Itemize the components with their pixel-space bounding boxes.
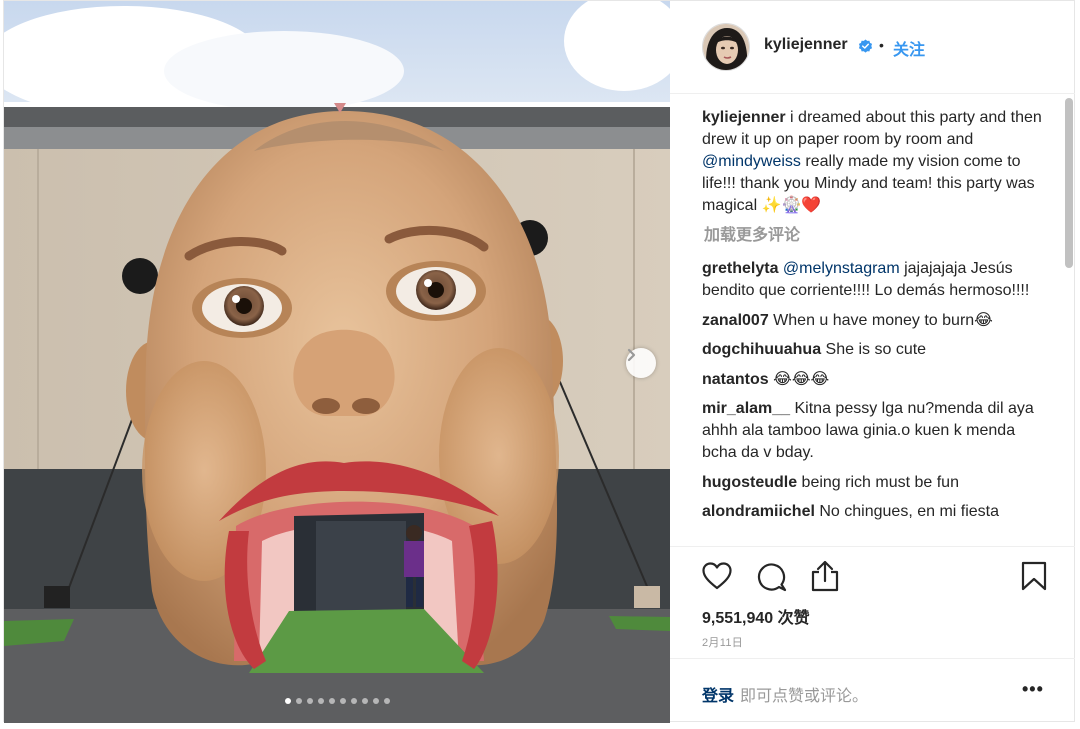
instagram-post: kyliejenner • 关注 kyliejenner i dreamed a…: [3, 0, 1075, 723]
comments-scrollbar[interactable]: [1065, 98, 1073, 268]
carousel-dot: [372, 698, 379, 704]
comment-username[interactable]: hugosteudle: [702, 474, 797, 491]
mention-link[interactable]: @mindyweiss: [702, 153, 801, 170]
comment-username[interactable]: natantos: [702, 371, 769, 388]
bookmark-icon[interactable]: [1021, 561, 1047, 591]
carousel-dot: [328, 698, 335, 704]
carousel-dot: [383, 698, 390, 704]
action-bar: 9,551,940 次赞 2月11日: [670, 546, 1075, 659]
carousel-dot: [350, 698, 357, 704]
carousel-dot: [317, 698, 324, 704]
heart-icon[interactable]: [702, 562, 732, 590]
login-link[interactable]: 登录: [702, 682, 734, 706]
like-count[interactable]: 9,551,940 次赞: [702, 604, 810, 628]
add-comment-section: 登录 即可点赞或评论。 •••: [670, 658, 1075, 724]
comment-username[interactable]: alondramiichel: [702, 503, 815, 520]
profile-photo-icon: [703, 24, 749, 70]
comment-icon[interactable]: [757, 562, 787, 592]
list-item: alondramiichel No chingues, en mi fiesta: [702, 501, 1054, 523]
list-item: grethelyta @melynstagram jajajajaja Jesú…: [702, 258, 1054, 302]
list-item: zanal007 When u have money to burn😂: [702, 310, 1054, 332]
more-options-icon[interactable]: •••: [1022, 679, 1044, 700]
author-username[interactable]: kyliejenner: [764, 36, 848, 54]
list-item: natantos 😂😂😂: [702, 369, 1054, 391]
comment-username[interactable]: mir_alam__: [702, 400, 790, 417]
chevron-right-icon: [627, 348, 636, 362]
post-side-panel: kyliejenner • 关注 kyliejenner i dreamed a…: [670, 1, 1075, 723]
comments-list: kyliejenner i dreamed about this party a…: [702, 107, 1054, 545]
caption: kyliejenner i dreamed about this party a…: [702, 107, 1054, 217]
carousel-dot: [295, 698, 302, 704]
comment-text: being rich must be fun: [797, 473, 959, 491]
load-more-comments-button[interactable]: 加载更多评论: [704, 225, 1054, 247]
carousel-dot: [339, 698, 346, 704]
comment-username[interactable]: dogchihuuahua: [702, 341, 821, 358]
post-date[interactable]: 2月11日: [702, 634, 743, 650]
follow-button[interactable]: 关注: [893, 36, 925, 60]
verified-badge-icon: [858, 39, 873, 53]
carousel-indicator: [4, 698, 670, 704]
list-item: hugosteudle being rich must be fun: [702, 472, 1054, 494]
comment-text: When u have money to burn😂: [768, 311, 993, 329]
comment-username[interactable]: kyliejenner: [702, 109, 786, 126]
next-photo-button[interactable]: [626, 348, 656, 378]
inflatable-baby-head-image: [4, 1, 670, 723]
comment-text: 😂😂😂: [768, 370, 830, 388]
comment-text: No chingues, en mi fiesta: [814, 503, 1000, 520]
post-photo[interactable]: [4, 1, 670, 723]
carousel-dot: [361, 698, 368, 704]
list-item: mir_alam__ Kitna pessy lga nu?menda dil …: [702, 398, 1054, 464]
avatar[interactable]: [702, 23, 750, 71]
separator-dot: •: [879, 37, 884, 53]
post-header: kyliejenner • 关注: [670, 1, 1075, 94]
comment-username[interactable]: grethelyta: [702, 260, 778, 277]
login-prompt-text: 即可点赞或评论。: [740, 688, 869, 705]
list-item: dogchihuuahua She is so cute: [702, 339, 1054, 361]
carousel-dot: [284, 698, 291, 704]
comment-username[interactable]: zanal007: [702, 312, 769, 329]
comment-text: She is so cute: [821, 341, 927, 358]
share-icon[interactable]: [811, 560, 839, 592]
carousel-dot: [306, 698, 313, 704]
mention-link[interactable]: @melynstagram: [783, 260, 900, 277]
